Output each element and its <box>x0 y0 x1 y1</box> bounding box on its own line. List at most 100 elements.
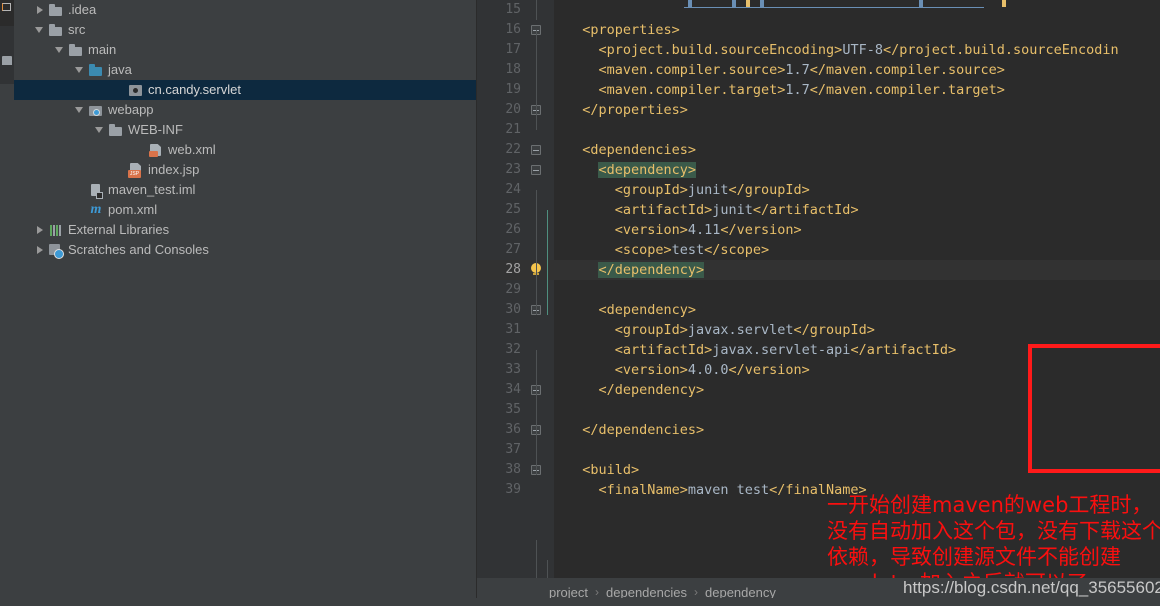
code-line[interactable]: 18 <maven.compiler.source>1.7</maven.comp… <box>477 60 1160 80</box>
line-number: 17 <box>505 42 521 57</box>
tree-item-maven-test-iml[interactable]: maven_test.iml <box>14 180 477 200</box>
line-number: 35 <box>505 402 521 417</box>
code-line[interactable]: 19 <maven.compiler.target>1.7</maven.comp… <box>477 80 1160 100</box>
code-line[interactable]: 27 <scope>test</scope> <box>477 240 1160 260</box>
code-token: javax.servlet <box>687 322 794 338</box>
tree-item-src[interactable]: src <box>14 20 477 40</box>
tree-item-pom-xml[interactable]: pom.xml <box>14 200 477 220</box>
code-line[interactable]: 15 <box>477 0 1160 20</box>
code-token: junit <box>687 182 729 198</box>
code-text: <version>4.11</version> <box>615 220 802 240</box>
code-line[interactable]: 37 <box>477 440 1160 460</box>
code-line[interactable]: 32 <artifactId>javax.servlet-api</artifac… <box>477 340 1160 360</box>
line-number: 33 <box>505 362 521 377</box>
tree-item-web-inf[interactable]: WEB-INF <box>14 120 477 140</box>
structure-tool-tab[interactable] <box>0 26 14 84</box>
code-line[interactable]: 34 </dependency> <box>477 380 1160 400</box>
tree-item-java[interactable]: java <box>14 60 477 80</box>
code-token: <maven.compiler.source> <box>598 62 786 78</box>
sources-folder-icon <box>87 60 105 80</box>
code-content[interactable]: 15 16 <properties> 17 <project.build.sourceE… <box>477 0 1160 500</box>
code-fold-toggle[interactable] <box>531 165 541 175</box>
code-line[interactable]: 23 <dependency> <box>477 160 1160 180</box>
code-token: <groupId> <box>614 182 688 198</box>
tree-item-index-jsp[interactable]: index.jsp <box>14 160 477 180</box>
tree-item-label: External Libraries <box>68 222 170 237</box>
code-text: <build> <box>582 460 639 480</box>
code-token: </dependencies> <box>582 422 705 438</box>
project-tree-panel[interactable]: .idea src main java cn.candy.servlet webapp WE… <box>14 0 477 606</box>
chevron-down-icon[interactable] <box>34 20 47 40</box>
line-number: 26 <box>505 222 521 237</box>
code-line[interactable]: 31 <groupId>javax.servlet</groupId> <box>477 320 1160 340</box>
chevron-down-icon[interactable] <box>94 120 107 140</box>
tree-item-main[interactable]: main <box>14 40 477 60</box>
project-tree[interactable]: .idea src main java cn.candy.servlet webapp WE… <box>14 0 477 260</box>
scratches-icon <box>47 240 65 260</box>
tree-item-cn-candy-servlet[interactable]: cn.candy.servlet <box>14 80 477 100</box>
line-number: 22 <box>505 142 521 157</box>
chevron-down-icon[interactable] <box>74 100 87 120</box>
chevron-down-icon[interactable] <box>54 40 67 60</box>
tree-item-web-xml[interactable]: web.xml <box>14 140 477 160</box>
code-line[interactable]: 36 </dependencies> <box>477 420 1160 440</box>
chevron-right-icon[interactable] <box>34 0 47 20</box>
code-token: <dependency> <box>598 162 697 178</box>
line-number: 15 <box>505 2 521 17</box>
libraries-icon <box>47 220 65 240</box>
watermark-url: https://blog.csdn.net/qq_35655602 <box>903 578 1160 597</box>
code-token: 4.11 <box>687 222 721 238</box>
code-line[interactable]: 29 <box>477 280 1160 300</box>
annotation-line-2: 没有自动加入这个包，没有下载这个 <box>827 519 1160 543</box>
code-line[interactable]: 25 <artifactId>junit</artifactId> <box>477 200 1160 220</box>
line-number: 16 <box>505 22 521 37</box>
code-text: </dependency> <box>598 380 704 400</box>
tree-item-external-libraries[interactable]: External Libraries <box>14 220 477 240</box>
project-tool-tab[interactable] <box>0 0 14 26</box>
code-text: <project.build.sourceEncoding>UTF-8</pro… <box>598 40 1118 60</box>
chevron-down-icon[interactable] <box>74 60 87 80</box>
code-line[interactable]: 22 <dependencies> <box>477 140 1160 160</box>
tree-item-label: webapp <box>108 102 154 117</box>
no-chevron <box>114 80 127 100</box>
code-text: <maven.compiler.source>1.7</maven.compil… <box>598 60 1004 80</box>
code-fold-toggle[interactable] <box>531 145 541 155</box>
code-token: <groupId> <box>614 322 688 338</box>
code-line[interactable]: 21 <box>477 120 1160 140</box>
code-line[interactable]: 33 <version>4.0.0</version> <box>477 360 1160 380</box>
line-number: 19 <box>505 82 521 97</box>
code-line[interactable]: 24 <groupId>junit</groupId> <box>477 180 1160 200</box>
code-line[interactable]: 35 <box>477 400 1160 420</box>
chevron-right-icon[interactable] <box>34 220 47 240</box>
code-line[interactable]: 38 <build> <box>477 460 1160 480</box>
code-text: <artifactId>junit</artifactId> <box>615 200 859 220</box>
code-line[interactable]: 16 <properties> <box>477 20 1160 40</box>
code-token: <build> <box>582 462 640 478</box>
xml-file-icon <box>147 140 165 160</box>
left-tool-strip[interactable] <box>0 0 14 606</box>
chevron-right-icon[interactable] <box>34 240 47 260</box>
code-token: </properties> <box>582 102 688 118</box>
folder-icon <box>47 0 65 20</box>
tree-item-webapp[interactable]: webapp <box>14 100 477 120</box>
tree-item-scratches-and-consoles[interactable]: Scratches and Consoles <box>14 240 477 260</box>
code-line[interactable]: 20 </properties> <box>477 100 1160 120</box>
code-token: </artifactId> <box>850 342 957 358</box>
code-line[interactable]: 26 <version>4.11</version> <box>477 220 1160 240</box>
code-token: </scope> <box>704 242 770 258</box>
line-number: 39 <box>505 482 521 497</box>
line-number: 30 <box>505 302 521 317</box>
code-line[interactable]: 30 <dependency> <box>477 300 1160 320</box>
code-text: <maven.compiler.target>1.7</maven.compil… <box>598 80 1004 100</box>
line-number: 32 <box>505 342 521 357</box>
code-line[interactable]: 17 <project.build.sourceEncoding>UTF-8</p… <box>477 40 1160 60</box>
tree-item-idea[interactable]: .idea <box>14 0 477 20</box>
code-line[interactable]: 28 </dependency> <box>477 260 1160 280</box>
code-token: </maven.compiler.source> <box>809 62 1005 78</box>
indent-guide <box>547 210 548 315</box>
code-text: <groupId>javax.servlet</groupId> <box>615 320 875 340</box>
